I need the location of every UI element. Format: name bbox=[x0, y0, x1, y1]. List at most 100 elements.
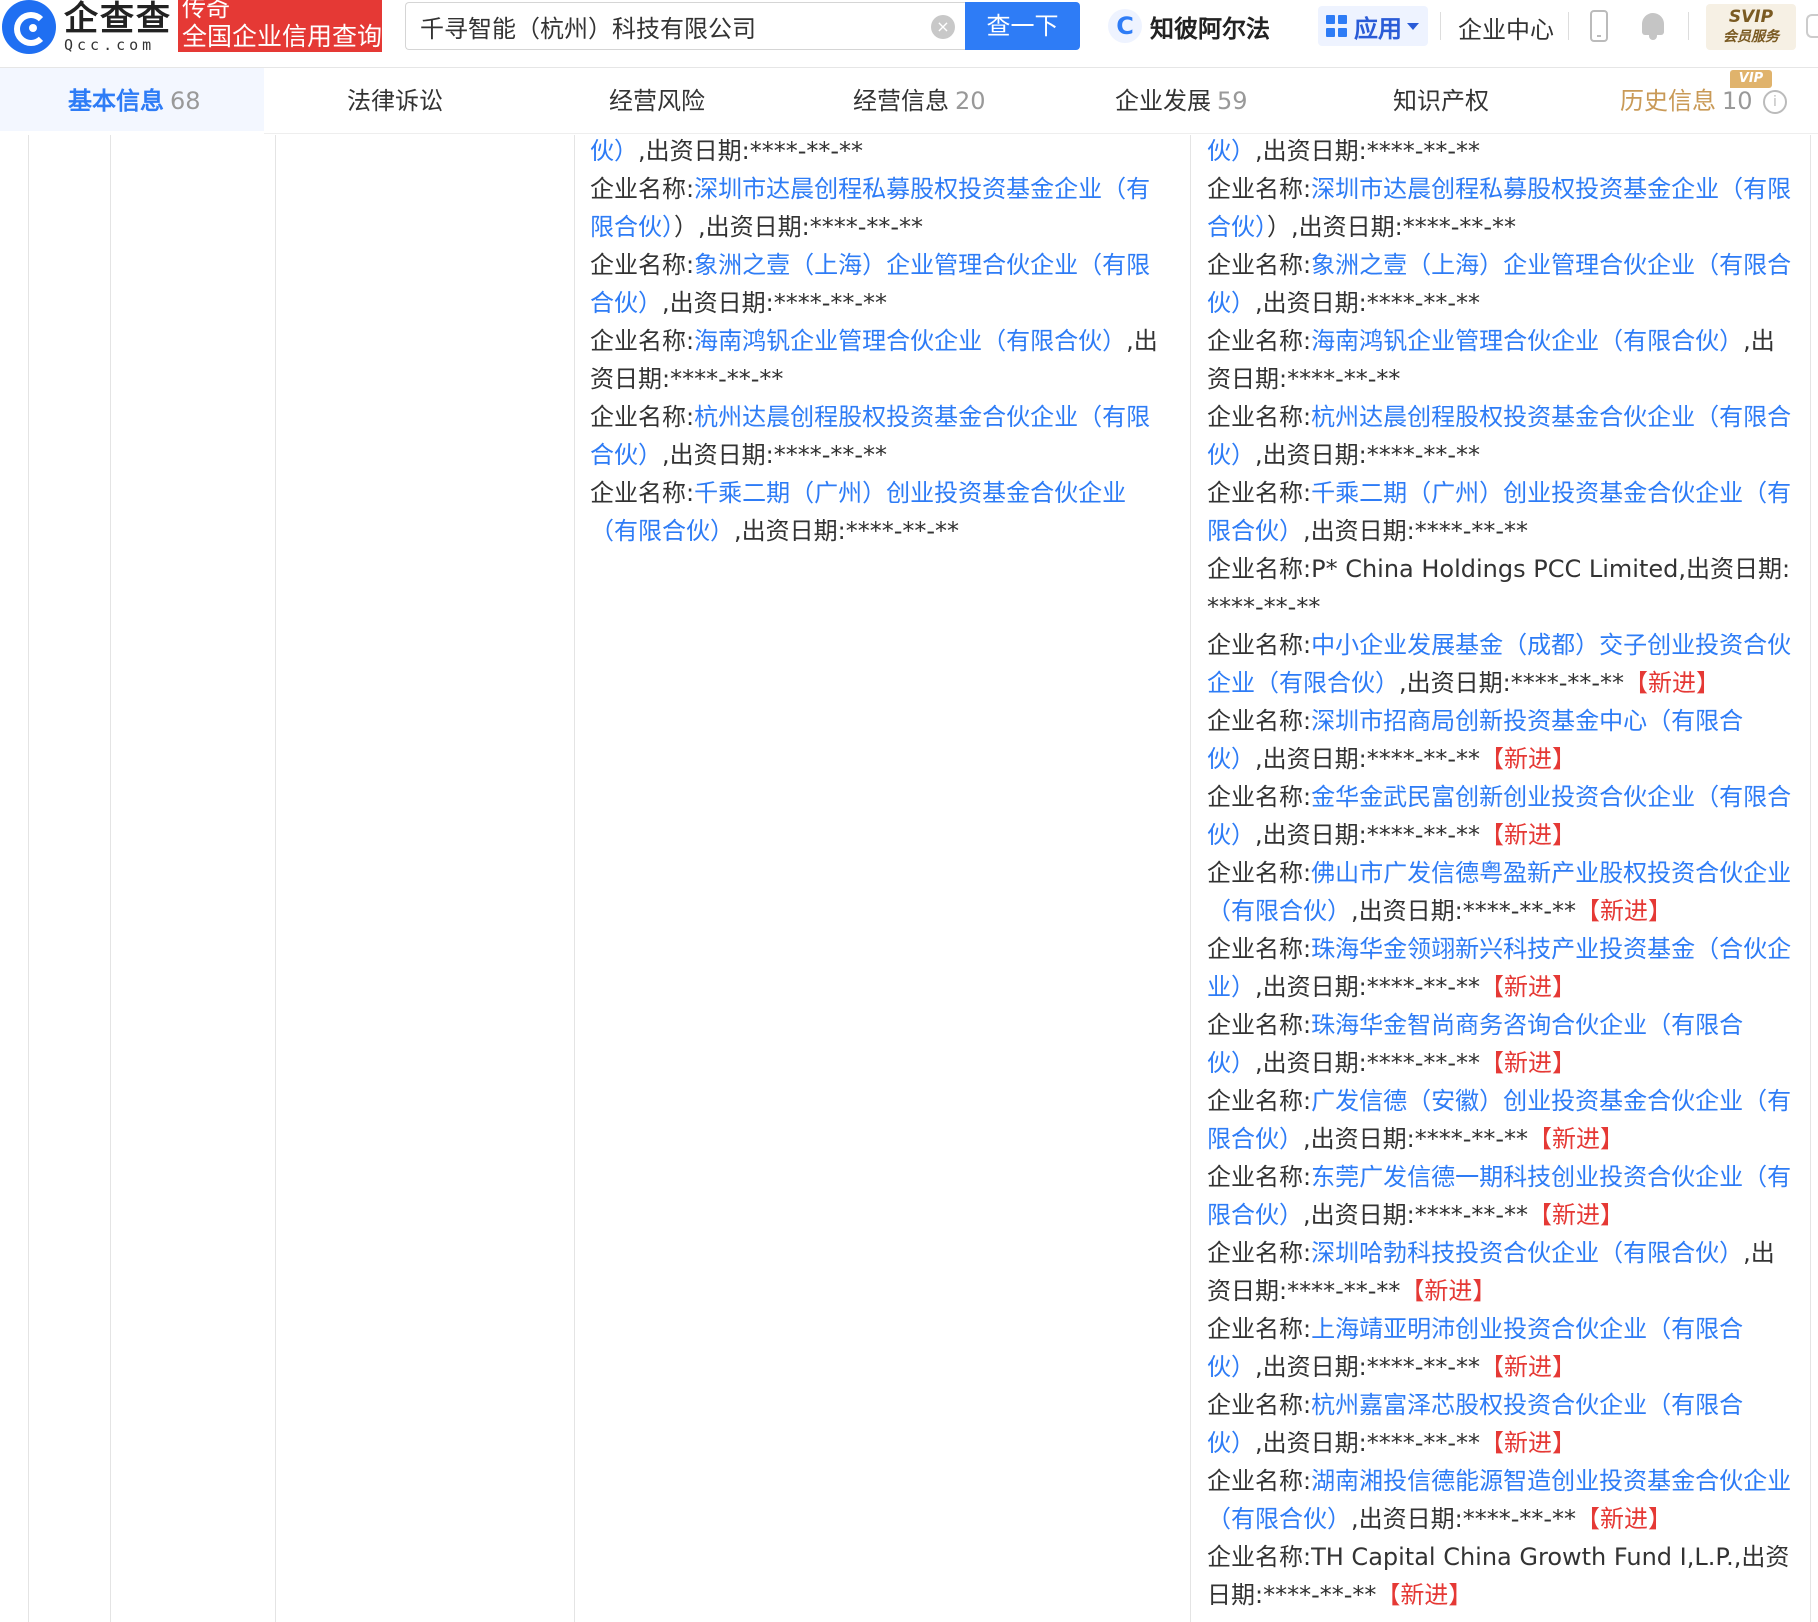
company-name-label: 企业名称: bbox=[1207, 935, 1312, 963]
company-name-label: 企业名称: bbox=[1207, 1239, 1312, 1267]
investment-date: ,出资日期:****-**-** bbox=[1255, 137, 1481, 165]
list-item: 企业名称:杭州达晨创程股权投资基金合伙企业（有限合伙）,出资日期:****-**… bbox=[590, 398, 1172, 474]
logo-en: Qcc.com bbox=[64, 36, 156, 54]
company-name-link[interactable]: 海南鸿钒企业管理合伙企业（有限合伙） bbox=[1311, 327, 1743, 355]
investment-date: ,出资日期:****-**-** bbox=[1255, 289, 1481, 317]
list-item: 企业名称:中小企业发展基金（成都）交子创业投资合伙企业（有限合伙）,出资日期:*… bbox=[1207, 626, 1796, 702]
investment-date: ,出资日期:****-**-** bbox=[1255, 821, 1481, 849]
change-record-table: 伙）,出资日期:****-**-** 企业名称:深圳市达晨创程私募股权投资基金企业… bbox=[0, 135, 1818, 1622]
search-input[interactable] bbox=[420, 9, 920, 43]
company-name-text: P* China Holdings PCC Limited bbox=[1311, 555, 1679, 583]
info-icon[interactable]: i bbox=[1763, 90, 1787, 114]
investment-date: ,出资日期:****-**-** bbox=[638, 137, 864, 165]
company-name-label: 企业名称: bbox=[590, 479, 695, 507]
apps-menu-button[interactable]: 应用 bbox=[1318, 6, 1428, 46]
tab-risk[interactable]: 经营风险 bbox=[609, 68, 705, 134]
logo-text: 企查查 Qcc.com bbox=[64, 1, 186, 53]
new-entry-tag: 【新进】 bbox=[1480, 1353, 1577, 1381]
investment-date: ,出资日期:****-**-** bbox=[662, 441, 888, 469]
company-name-label: 企业名称: bbox=[1207, 1391, 1312, 1419]
tab-legal[interactable]: 法律诉讼 bbox=[347, 68, 443, 134]
company-name-link[interactable]: 深圳哈勃科技投资合伙企业（有限合伙） bbox=[1311, 1239, 1743, 1267]
legend-banner[interactable]: 传奇 全国企业信用查询 bbox=[178, 0, 382, 52]
clear-icon[interactable]: × bbox=[931, 15, 955, 39]
divider bbox=[1688, 12, 1689, 40]
list-item: 企业名称:珠海华金领翊新兴科技产业投资基金（合伙企业）,出资日期:****-**… bbox=[1207, 930, 1796, 1006]
list-item: 伙）,出资日期:****-**-** bbox=[590, 132, 1172, 170]
company-name-label: 企业名称: bbox=[1207, 1087, 1312, 1115]
investment-date: ,出资日期:****-**-** bbox=[662, 289, 888, 317]
nav-tabs: 基本信息 68 法律诉讼 经营风险 经营信息 20 企业发展 59 知识产权 历史信息… bbox=[0, 68, 1818, 134]
investment-date: ,出资日期:****-**-** bbox=[1255, 441, 1481, 469]
list-item: 企业名称:上海靖亚明沛创业投资合伙企业（有限合伙）,出资日期:****-**-*… bbox=[1207, 1310, 1796, 1386]
tab-ip[interactable]: 知识产权 bbox=[1393, 68, 1489, 134]
company-name-label: 企业名称: bbox=[1207, 175, 1312, 203]
list-item: 企业名称:珠海华金智尚商务咨询合伙企业（有限合伙）,出资日期:****-**-*… bbox=[1207, 1006, 1796, 1082]
mobile-icon[interactable] bbox=[1590, 10, 1608, 42]
investment-date: ,出资日期:****-**-** bbox=[734, 517, 960, 545]
bell-icon[interactable] bbox=[1640, 10, 1666, 40]
new-entry-tag: 【新进】 bbox=[1624, 669, 1721, 697]
truncated-icon[interactable] bbox=[1806, 14, 1818, 38]
company-name-label: 企业名称: bbox=[590, 175, 695, 203]
list-item: 企业名称:杭州达晨创程股权投资基金合伙企业（有限合伙）,出资日期:****-**… bbox=[1207, 398, 1796, 474]
table-border bbox=[28, 135, 29, 1622]
column-divider bbox=[275, 135, 276, 1622]
tab-basic-info[interactable]: 基本信息 68 bbox=[68, 68, 201, 134]
company-name-label: 企业名称: bbox=[590, 327, 695, 355]
list-item: 企业名称:TH Capital China Growth Fund I,L.P.… bbox=[1207, 1538, 1796, 1614]
tab-label: 经营信息 bbox=[853, 87, 949, 115]
list-item: 企业名称:深圳市达晨创程私募股权投资基金企业（有限合伙））,出资日期:****-… bbox=[590, 170, 1172, 246]
tab-label: 经营风险 bbox=[609, 87, 705, 115]
company-name-label: 企业名称: bbox=[1207, 631, 1312, 659]
list-item: 企业名称:金华金武民富创新创业投资合伙企业（有限合伙）,出资日期:****-**… bbox=[1207, 778, 1796, 854]
tab-count: 68 bbox=[170, 87, 201, 115]
list-item: 企业名称:P* China Holdings PCC Limited,出资日期:… bbox=[1207, 550, 1796, 626]
investment-date: ）,出资日期:****-**-** bbox=[1267, 213, 1517, 241]
list-item: 企业名称:东莞广发信德一期科技创业投资合伙企业（有限合伙）,出资日期:****-… bbox=[1207, 1158, 1796, 1234]
investment-date: ,出资日期:****-**-** bbox=[1399, 669, 1625, 697]
list-item: 企业名称:广发信德（安徽）创业投资基金合伙企业（有限合伙）,出资日期:****-… bbox=[1207, 1082, 1796, 1158]
svip-member-button[interactable]: SVIP 会员服务 bbox=[1706, 4, 1796, 50]
new-entry-tag: 【新进】 bbox=[1480, 821, 1577, 849]
apps-label: 应用 bbox=[1354, 14, 1402, 43]
enterprise-center-link[interactable]: 企业中心 bbox=[1458, 10, 1554, 45]
investment-date: ,出资日期:****-**-** bbox=[1255, 1353, 1481, 1381]
list-item: 企业名称:深圳哈勃科技投资合伙企业（有限合伙）,出资日期:****-**-**【… bbox=[1207, 1234, 1796, 1310]
new-entry-tag: 【新进】 bbox=[1480, 1429, 1577, 1457]
company-name-label: 企业名称: bbox=[1207, 403, 1312, 431]
tab-label: 历史信息 bbox=[1620, 87, 1716, 115]
new-entry-tag: 【新进】 bbox=[1528, 1201, 1625, 1229]
company-name-link[interactable]: 伙） bbox=[1207, 137, 1255, 165]
investment-date: ,出资日期:****-**-** bbox=[1255, 1049, 1481, 1077]
divider bbox=[1568, 12, 1569, 40]
list-item: 企业名称:海南鸿钒企业管理合伙企业（有限合伙）,出资日期:****-**-** bbox=[590, 322, 1172, 398]
list-item: 企业名称:佛山市广发信德粤盈新产业股权投资合伙企业（有限合伙）,出资日期:***… bbox=[1207, 854, 1796, 930]
search-button[interactable]: 查一下 bbox=[965, 2, 1080, 50]
company-name-link[interactable]: 海南鸿钒企业管理合伙企业（有限合伙） bbox=[694, 327, 1126, 355]
investment-date: ,出资日期:****-**-** bbox=[1303, 517, 1529, 545]
tab-operations[interactable]: 经营信息 20 bbox=[853, 68, 986, 134]
company-name-text: TH Capital China Growth Fund I,L.P. bbox=[1311, 1543, 1734, 1571]
tab-development[interactable]: 企业发展 59 bbox=[1115, 68, 1248, 134]
logo-cn: 企查查 bbox=[64, 0, 172, 39]
list-item: 企业名称:深圳市达晨创程私募股权投资基金企业（有限合伙））,出资日期:****-… bbox=[1207, 170, 1796, 246]
company-name-label: 企业名称: bbox=[1207, 1011, 1312, 1039]
grid-icon bbox=[1326, 15, 1348, 37]
legend-banner-title: 传奇 bbox=[182, 0, 230, 22]
list-item: 企业名称:杭州嘉富泽芯股权投资合伙企业（有限合伙）,出资日期:****-**-*… bbox=[1207, 1386, 1796, 1462]
new-entry-tag: 【新进】 bbox=[1576, 897, 1673, 925]
list-item: 企业名称:象洲之壹（上海）企业管理合伙企业（有限合伙）,出资日期:****-**… bbox=[590, 246, 1172, 322]
list-item: 企业名称:千乘二期（广州）创业投资基金合伙企业（有限合伙）,出资日期:****-… bbox=[1207, 474, 1796, 550]
tab-count: 20 bbox=[955, 87, 986, 115]
zhibi-alpha-link[interactable]: C 知彼阿尔法 bbox=[1108, 6, 1270, 46]
new-entry-tag: 【新进】 bbox=[1480, 1049, 1577, 1077]
list-item: 企业名称:千乘二期（广州）创业投资基金合伙企业（有限合伙）,出资日期:****-… bbox=[590, 474, 1172, 550]
company-name-link[interactable]: 伙） bbox=[590, 137, 638, 165]
svip-label: SVIP bbox=[1728, 7, 1774, 27]
qcc-logo[interactable]: 企查查 Qcc.com bbox=[0, 0, 186, 54]
investment-date: ,出资日期:****-**-** bbox=[1303, 1201, 1529, 1229]
list-item: 企业名称:湖南湘投信德能源智造创业投资基金合伙企业（有限合伙）,出资日期:***… bbox=[1207, 1462, 1796, 1538]
company-name-label: 企业名称: bbox=[1207, 707, 1312, 735]
company-name-label: 企业名称: bbox=[1207, 1315, 1312, 1343]
